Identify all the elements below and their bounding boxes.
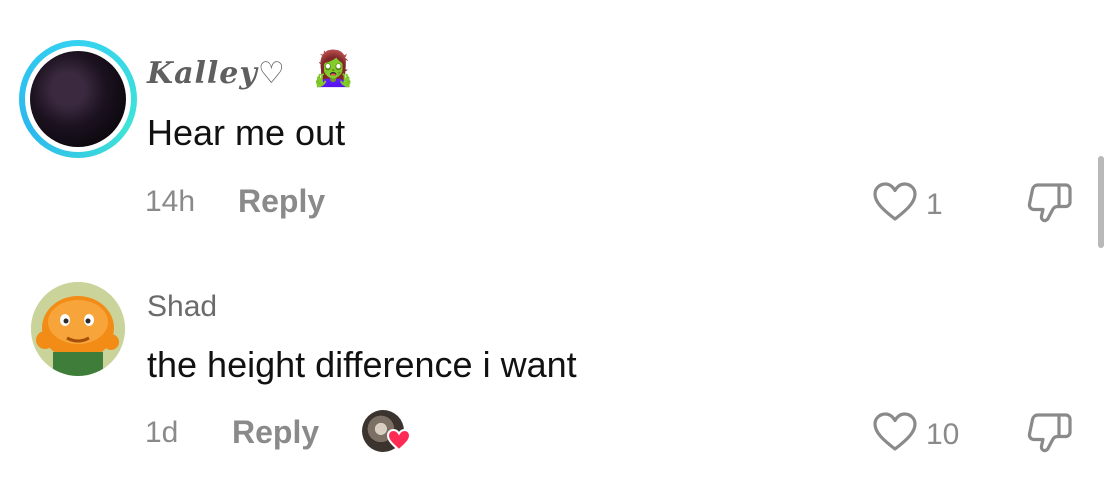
comment-time: 14h — [145, 185, 196, 218]
dislike-button[interactable] — [1026, 180, 1074, 229]
comment-time: 1d — [145, 416, 179, 449]
reply-button[interactable]: Reply — [238, 183, 325, 220]
comment-text: the height difference i want — [147, 344, 577, 385]
dislike-icon — [1026, 413, 1074, 458]
avatar[interactable] — [30, 51, 126, 147]
zombie-emoji: 🧟‍♀️ — [312, 50, 355, 88]
heart-outline-icon — [872, 182, 918, 227]
reply-button[interactable]: Reply — [232, 414, 319, 451]
like-count: 1 — [926, 187, 943, 221]
heart-outline-icon — [872, 412, 918, 457]
like-button[interactable]: 10 — [872, 412, 959, 457]
username[interactable]: Shad — [147, 290, 217, 324]
like-count: 10 — [926, 417, 960, 451]
creator-liked-heart-icon — [386, 428, 412, 457]
like-button[interactable]: 1 — [872, 182, 943, 227]
dislike-button[interactable] — [1026, 410, 1074, 459]
scrollbar[interactable] — [1098, 156, 1104, 248]
creator-liked-badge — [362, 410, 412, 454]
comment-text: Hear me out — [147, 112, 346, 153]
avatar[interactable] — [31, 282, 125, 376]
username[interactable]: Kalley♡ — [147, 56, 286, 91]
dislike-icon — [1026, 183, 1074, 228]
